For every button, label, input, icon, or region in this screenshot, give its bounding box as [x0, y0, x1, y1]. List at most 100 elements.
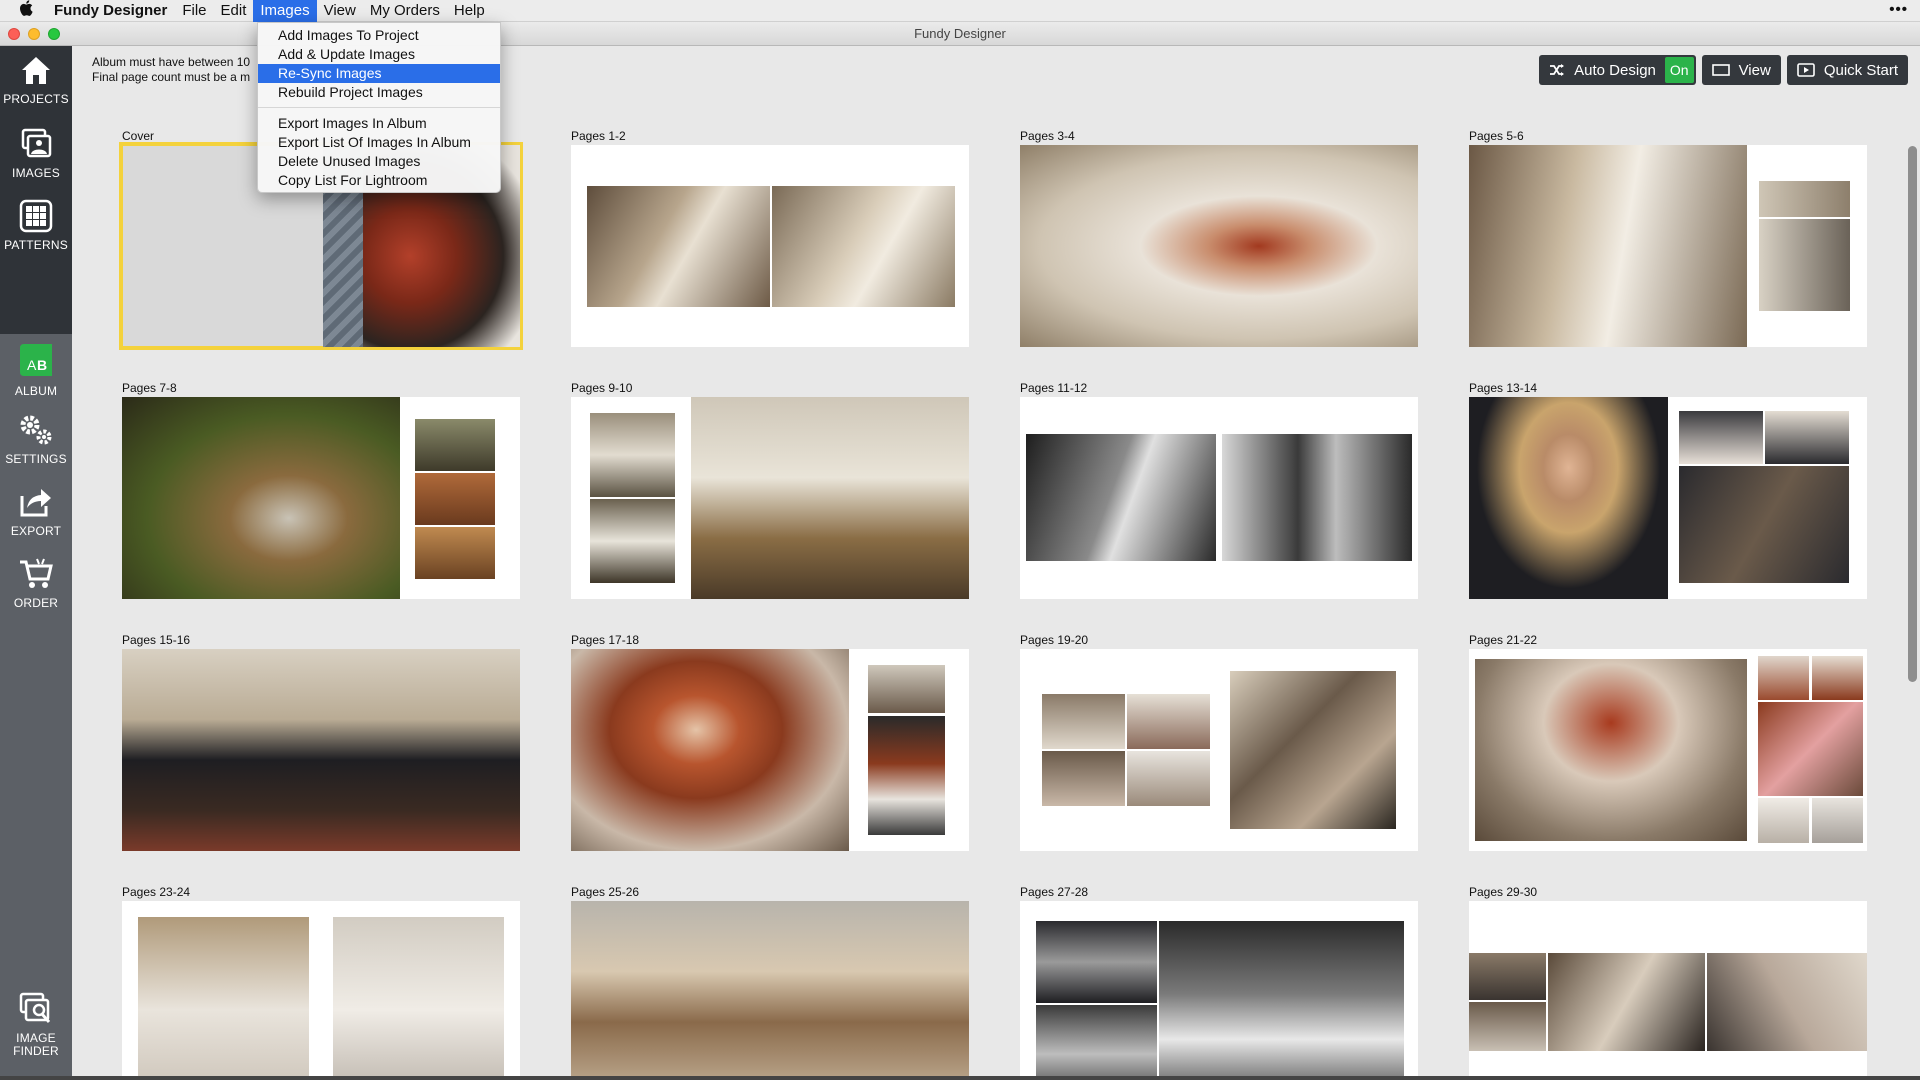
photo-placeholder[interactable] — [1469, 145, 1747, 347]
photo-placeholder[interactable] — [1036, 1005, 1157, 1080]
menu-separator — [258, 107, 500, 108]
minimize-window-button[interactable] — [28, 28, 40, 40]
menu-item-export-list-of-images[interactable]: Export List Of Images In Album — [258, 133, 500, 152]
sidebar-item-settings[interactable]: SETTINGS — [0, 412, 72, 480]
photo-placeholder[interactable] — [1036, 921, 1157, 1003]
photo-placeholder[interactable] — [587, 186, 770, 307]
spread-pages-25-26[interactable] — [571, 901, 969, 1080]
sidebar-item-image-finder[interactable]: IMAGE FINDER — [0, 990, 72, 1076]
album-icon: AB — [20, 344, 52, 376]
photo-placeholder[interactable] — [1679, 411, 1763, 464]
photo-placeholder[interactable] — [1707, 953, 1867, 1051]
photo-placeholder[interactable] — [1765, 411, 1849, 464]
sidebar-label-patterns: PATTERNS — [4, 238, 68, 252]
photo-placeholder[interactable] — [415, 527, 495, 579]
photo-placeholder[interactable] — [1469, 953, 1546, 1000]
spread-pages-27-28[interactable] — [1020, 901, 1418, 1080]
photo-placeholder[interactable] — [590, 413, 675, 497]
photo-placeholder[interactable] — [122, 397, 400, 599]
sidebar-item-export[interactable]: EXPORT — [0, 484, 72, 552]
photo-placeholder[interactable] — [1230, 671, 1396, 829]
menu-item-add-update-images[interactable]: Add & Update Images — [258, 45, 500, 64]
menu-item-add-images-to-project[interactable]: Add Images To Project — [258, 26, 500, 45]
photo-placeholder[interactable] — [1042, 751, 1125, 806]
photo-placeholder[interactable] — [122, 649, 520, 851]
photo-placeholder[interactable] — [1759, 181, 1850, 217]
vertical-scrollbar[interactable] — [1908, 146, 1917, 682]
photo-placeholder[interactable] — [1475, 659, 1747, 841]
sidebar-label-order: ORDER — [13, 596, 59, 610]
photo-placeholder[interactable] — [571, 649, 849, 851]
spread-pages-19-20[interactable] — [1020, 649, 1418, 851]
photo-placeholder[interactable] — [1127, 694, 1210, 749]
photo-placeholder[interactable] — [1222, 434, 1412, 561]
menu-item-export-images-in-album[interactable]: Export Images In Album — [258, 114, 500, 133]
spread-pages-5-6[interactable] — [1469, 145, 1867, 347]
spread-pages-3-4[interactable] — [1020, 145, 1418, 347]
spread-pages-17-18[interactable] — [571, 649, 969, 851]
menu-my-orders[interactable]: My Orders — [363, 0, 447, 22]
spread-pages-23-24[interactable] — [122, 901, 520, 1080]
sidebar-item-order[interactable]: ORDER — [0, 556, 72, 624]
spread-pages-1-2[interactable] — [571, 145, 969, 347]
photo-placeholder[interactable] — [1026, 434, 1216, 561]
menu-help[interactable]: Help — [447, 0, 492, 22]
photo-placeholder[interactable] — [1812, 798, 1863, 843]
sidebar-item-images[interactable]: IMAGES — [0, 126, 72, 194]
photo-placeholder[interactable] — [138, 917, 309, 1080]
photo-placeholder[interactable] — [1469, 1002, 1546, 1051]
menu-item-re-sync-images[interactable]: Re-Sync Images — [258, 64, 500, 83]
photo-placeholder[interactable] — [868, 716, 945, 835]
photo-placeholder[interactable] — [1469, 397, 1668, 599]
spread-pages-7-8[interactable] — [122, 397, 520, 599]
photo-placeholder[interactable] — [1758, 798, 1809, 843]
photo-placeholder[interactable] — [415, 419, 495, 471]
menubar-extras-icon[interactable]: ••• — [1889, 0, 1908, 20]
auto-design-toggle[interactable]: On — [1664, 57, 1694, 83]
close-window-button[interactable] — [8, 28, 20, 40]
photo-placeholder[interactable] — [571, 901, 969, 1080]
sidebar-label-images: IMAGES — [12, 166, 60, 180]
auto-design-button[interactable]: Auto Design On — [1539, 55, 1696, 85]
spread-pages-9-10[interactable] — [571, 397, 969, 599]
spread-label: Pages 3-4 — [1020, 129, 1075, 143]
photo-placeholder[interactable] — [333, 917, 504, 1080]
menu-file[interactable]: File — [175, 0, 213, 22]
photo-placeholder[interactable] — [590, 499, 675, 583]
menu-item-rebuild-project-images[interactable]: Rebuild Project Images — [258, 83, 500, 102]
apple-menu-icon[interactable] — [0, 0, 52, 21]
sidebar-item-album[interactable]: AB ALBUM — [0, 340, 72, 408]
menu-view[interactable]: View — [317, 0, 363, 22]
spread-pages-15-16[interactable] — [122, 649, 520, 851]
photo-placeholder[interactable] — [1758, 702, 1863, 796]
photo-placeholder[interactable] — [1759, 219, 1850, 311]
spread-pages-21-22[interactable] — [1469, 649, 1867, 851]
zoom-window-button[interactable] — [48, 28, 60, 40]
photo-placeholder[interactable] — [1758, 656, 1809, 700]
view-button[interactable]: View — [1701, 55, 1781, 85]
photo-placeholder[interactable] — [868, 665, 945, 713]
spread-label: Pages 7-8 — [122, 381, 177, 395]
spread-pages-29-30[interactable] — [1469, 901, 1867, 1080]
sidebar-item-patterns[interactable]: PATTERNS — [0, 198, 72, 266]
photo-placeholder[interactable] — [1548, 953, 1705, 1051]
menu-edit[interactable]: Edit — [214, 0, 254, 22]
photo-placeholder[interactable] — [1679, 466, 1849, 583]
spread-pages-11-12[interactable] — [1020, 397, 1418, 599]
photo-placeholder[interactable] — [1020, 145, 1418, 347]
sidebar-item-projects[interactable]: PROJECTS — [0, 54, 72, 122]
photo-placeholder[interactable] — [1127, 751, 1210, 806]
app-name-menu[interactable]: Fundy Designer — [52, 0, 175, 22]
photo-placeholder[interactable] — [1812, 656, 1863, 700]
photo-placeholder[interactable] — [1159, 921, 1404, 1080]
spread-pages-13-14[interactable] — [1469, 397, 1867, 599]
menu-images[interactable]: Images — [253, 0, 317, 22]
menu-item-copy-list-for-lightroom[interactable]: Copy List For Lightroom — [258, 171, 500, 190]
photo-placeholder[interactable] — [415, 473, 495, 525]
quick-start-button[interactable]: Quick Start — [1786, 55, 1908, 85]
photo-placeholder[interactable] — [1042, 694, 1125, 749]
menu-item-delete-unused-images[interactable]: Delete Unused Images — [258, 152, 500, 171]
sidebar-label-export: EXPORT — [10, 524, 62, 538]
photo-placeholder[interactable] — [691, 397, 969, 599]
photo-placeholder[interactable] — [772, 186, 955, 307]
